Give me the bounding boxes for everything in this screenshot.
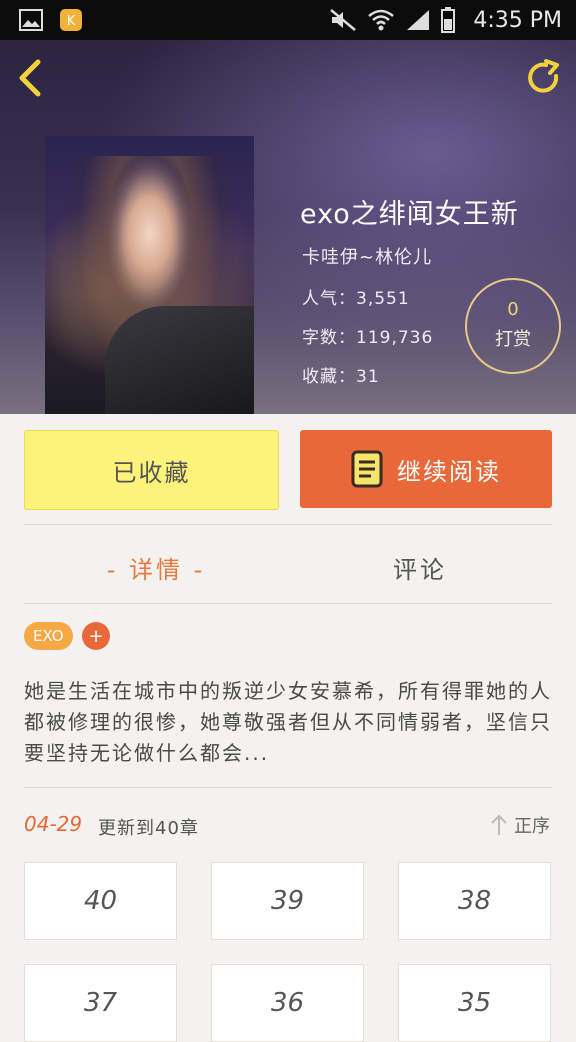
- tip-label: 打赏: [495, 329, 531, 350]
- arrow-up-icon: [491, 814, 507, 835]
- mute-icon: [330, 9, 357, 31]
- update-date: 04-29: [24, 812, 83, 836]
- chevron-left-icon: [19, 59, 41, 97]
- continue-reading-button[interactable]: 继续阅读: [300, 430, 552, 508]
- chapter-cell[interactable]: 39: [211, 862, 364, 940]
- book-icon: [351, 450, 383, 488]
- svg-text:K: K: [67, 14, 76, 29]
- book-author[interactable]: 卡哇伊~林伦儿: [302, 243, 432, 269]
- favorites-label: 收藏：: [302, 367, 356, 387]
- book-header: exo之绯闻女王新 卡哇伊~林伦儿 人气：3,551 字数：119,736 收藏…: [0, 40, 576, 414]
- app-notification-icon: K: [58, 8, 84, 32]
- tip-count: 0: [507, 299, 519, 320]
- favorites-value: 31: [356, 367, 380, 387]
- favorites-stat: 收藏：31: [302, 362, 380, 387]
- chapter-cell[interactable]: 40: [24, 862, 177, 940]
- status-bar: K 4:35 PM: [0, 0, 576, 40]
- tab-detail[interactable]: - 详情 -: [24, 550, 288, 585]
- chapter-cell[interactable]: 37: [24, 964, 177, 1042]
- word-count-label: 字数：: [302, 328, 356, 348]
- divider: [24, 524, 552, 525]
- word-count-value: 119,736: [356, 328, 434, 348]
- book-summary[interactable]: 她是生活在城市中的叛逆少女安慕希，所有得罪她的人都被修理的很惨，她尊敬强者但从不…: [24, 676, 554, 769]
- continue-reading-label: 继续阅读: [397, 457, 501, 486]
- chapter-cell[interactable]: 38: [398, 862, 551, 940]
- book-cover: [45, 136, 254, 414]
- chapter-cell[interactable]: 36: [211, 964, 364, 1042]
- book-title: exo之绯闻女王新: [300, 199, 519, 230]
- sort-button[interactable]: 正序: [490, 812, 550, 838]
- tab-comment[interactable]: 评论: [288, 550, 552, 585]
- collected-label: 已收藏: [112, 458, 191, 487]
- divider: [24, 787, 552, 788]
- wifi-icon: [368, 9, 395, 31]
- popularity-label: 人气：: [302, 289, 356, 309]
- collected-button[interactable]: 已收藏: [24, 430, 279, 510]
- add-tag-button[interactable]: +: [82, 622, 110, 650]
- back-button[interactable]: [14, 58, 48, 98]
- tip-button[interactable]: 0 打赏: [465, 278, 561, 374]
- sort-label: 正序: [514, 816, 550, 837]
- popularity-stat: 人气：3,551: [302, 284, 410, 309]
- clock: 4:35 PM: [473, 7, 562, 33]
- divider: [24, 603, 552, 604]
- battery-icon: [441, 7, 456, 33]
- refresh-icon: [528, 59, 559, 93]
- chapter-cell[interactable]: 35: [398, 964, 551, 1042]
- gallery-icon: [18, 8, 44, 32]
- word-count-stat: 字数：119,736: [302, 323, 433, 348]
- cover-jacket: [105, 306, 254, 414]
- update-text: 更新到40章: [98, 818, 199, 839]
- popularity-value: 3,551: [356, 289, 410, 309]
- signal-icon: [407, 10, 430, 30]
- refresh-button[interactable]: [524, 58, 564, 98]
- tag-exo[interactable]: EXO: [24, 622, 73, 650]
